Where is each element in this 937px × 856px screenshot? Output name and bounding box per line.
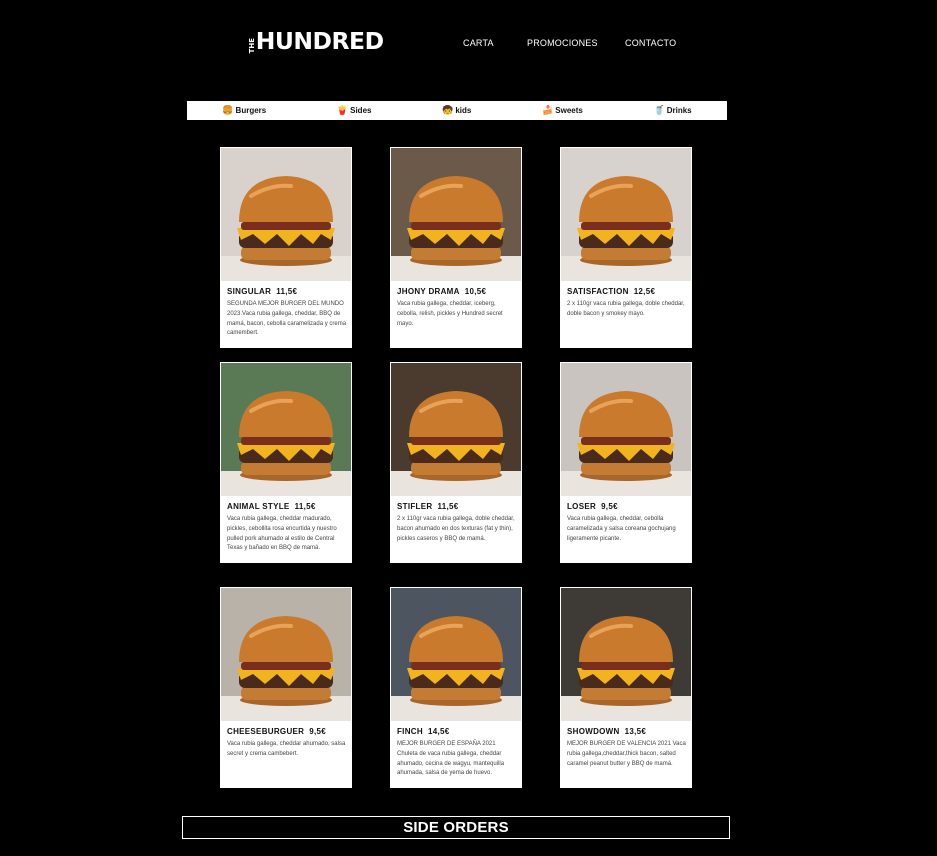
tab-drinks[interactable]: 🥤 Drinks bbox=[653, 105, 692, 116]
tab-burgers-label: Burgers bbox=[235, 106, 267, 115]
product-name: CHEESEBURGUER bbox=[227, 727, 305, 736]
side-orders-heading[interactable]: SIDE ORDERS bbox=[182, 816, 730, 839]
burger-photo bbox=[561, 148, 691, 281]
tab-sweets[interactable]: 🍰 Sweets bbox=[542, 105, 583, 116]
product-price: 13,5€ bbox=[624, 727, 647, 736]
burger-photo bbox=[221, 588, 351, 721]
product-description: 2 x 110gr vaca rubia gallega, doble ched… bbox=[567, 301, 685, 317]
product-name: SATISFACTION bbox=[567, 287, 629, 296]
burger-photo bbox=[561, 588, 691, 721]
product-card-stifler[interactable]: STIFLER 11,5€ 2 x 110gr vaca rubia galleg… bbox=[390, 362, 522, 563]
hundred-logo[interactable]: THE HUNDRED bbox=[248, 28, 384, 56]
fries-icon: 🍟 bbox=[336, 105, 349, 115]
product-price: 9,5€ bbox=[309, 727, 327, 736]
product-price: 12,5€ bbox=[633, 287, 656, 296]
nav-contacto[interactable]: CONTACTO bbox=[625, 38, 676, 48]
product-card-cheeseburguer[interactable]: CHEESEBURGUER 9,5€ Vaca rubia gallega, ch… bbox=[220, 587, 352, 788]
site-header: THE HUNDRED CARTA PROMOCIONES CONTACTO bbox=[0, 0, 937, 90]
product-card-animal-style[interactable]: ANIMAL STYLE 11,5€ Vaca rubia gallega, ch… bbox=[220, 362, 352, 563]
product-card-singular[interactable]: SINGULAR 11,5€ SEGUNDA MEJOR BURGER DEL M… bbox=[220, 147, 352, 348]
tab-sides-label: Sides bbox=[350, 106, 372, 115]
tab-sweets-label: Sweets bbox=[555, 106, 583, 115]
product-price: 9,5€ bbox=[601, 502, 618, 511]
product-name: SINGULAR bbox=[227, 287, 272, 296]
product-title: JHONY DRAMA 10,5€ bbox=[397, 287, 486, 296]
burger-photo bbox=[221, 148, 351, 281]
drink-icon: 🥤 bbox=[653, 105, 665, 115]
product-price: 11,5€ bbox=[276, 287, 298, 296]
product-title: CHEESEBURGUER 9,5€ bbox=[227, 727, 326, 736]
product-price: 11,5€ bbox=[294, 502, 316, 511]
cake-icon: 🍰 bbox=[542, 105, 554, 115]
product-title: STIFLER 11,5€ bbox=[397, 502, 459, 511]
product-card-finch[interactable]: FINCH 14,5€ MEJOR BURGER DE ESPAÑA 2021 C… bbox=[390, 587, 522, 788]
product-name: STIFLER bbox=[397, 502, 433, 511]
product-name: JHONY DRAMA bbox=[397, 287, 460, 296]
kids-icon: 🧒 bbox=[442, 105, 454, 115]
product-name: ANIMAL STYLE bbox=[227, 502, 290, 511]
product-title: SINGULAR 11,5€ bbox=[227, 287, 297, 296]
product-price: 14,5€ bbox=[427, 727, 450, 736]
product-card-satisfaction[interactable]: SATISFACTION 12,5€ 2 x 110gr vaca rubia g… bbox=[560, 147, 692, 348]
product-description: Vaca rubia gallega, cheddar, cebolla car… bbox=[567, 516, 676, 542]
burger-photo bbox=[391, 148, 521, 281]
product-description: Vaca rubia gallega, cheddar ahumado, sal… bbox=[227, 741, 346, 757]
product-card-jhony-drama[interactable]: JHONY DRAMA 10,5€ Vaca rubia gallega, che… bbox=[390, 147, 522, 348]
product-title: LOSER 9,5€ bbox=[567, 502, 618, 511]
product-description: 2 x 110gr vaca rubia gallega, doble ched… bbox=[397, 516, 515, 542]
burger-icon: 🍔 bbox=[222, 105, 234, 115]
product-card-loser[interactable]: LOSER 9,5€ Vaca rubia gallega, cheddar, c… bbox=[560, 362, 692, 563]
product-title: FINCH 14,5€ bbox=[397, 727, 449, 736]
product-description: MEJOR BURGER DE ESPAÑA 2021 Chuleta de v… bbox=[397, 741, 505, 777]
tab-kids[interactable]: 🧒 kids bbox=[442, 105, 472, 116]
tab-sides[interactable]: 🍟 Sides bbox=[336, 105, 372, 116]
product-price: 10,5€ bbox=[464, 287, 487, 296]
product-description: Vaca rubia gallega, cheddar madurado, pi… bbox=[227, 516, 337, 552]
burger-photo bbox=[561, 363, 691, 496]
product-description: Vaca rubia gallega, cheddar, iceberg, ce… bbox=[397, 301, 503, 327]
product-title: SHOWDOWN 13,5€ bbox=[567, 727, 646, 736]
product-title: SATISFACTION 12,5€ bbox=[567, 287, 655, 296]
product-price: 11,5€ bbox=[437, 502, 459, 511]
product-name: FINCH bbox=[397, 727, 423, 736]
burger-photo bbox=[391, 588, 521, 721]
product-name: SHOWDOWN bbox=[567, 727, 620, 736]
category-tabs: 🍔 Burgers 🍟 Sides 🧒 kids 🍰 Sweets 🥤 Drin… bbox=[187, 101, 727, 120]
nav-promociones[interactable]: PROMOCIONES bbox=[527, 38, 598, 48]
logo-text: HUNDRED bbox=[255, 29, 384, 55]
product-description: MEJOR BURGER DE VALENCIA 2021 Vaca rubia… bbox=[567, 741, 686, 767]
product-name: LOSER bbox=[567, 502, 597, 511]
tab-burgers[interactable]: 🍔 Burgers bbox=[222, 105, 267, 116]
product-title: ANIMAL STYLE 11,5€ bbox=[227, 502, 316, 511]
product-description: SEGUNDA MEJOR BURGER DEL MUNDO 2023.Vaca… bbox=[227, 301, 347, 337]
product-card-showdown[interactable]: SHOWDOWN 13,5€ MEJOR BURGER DE VALENCIA 2… bbox=[560, 587, 692, 788]
burger-photo bbox=[221, 363, 351, 496]
burger-photo bbox=[391, 363, 521, 496]
tab-kids-label: kids bbox=[455, 106, 472, 115]
tab-drinks-label: Drinks bbox=[666, 106, 692, 115]
nav-carta[interactable]: CARTA bbox=[463, 38, 494, 48]
